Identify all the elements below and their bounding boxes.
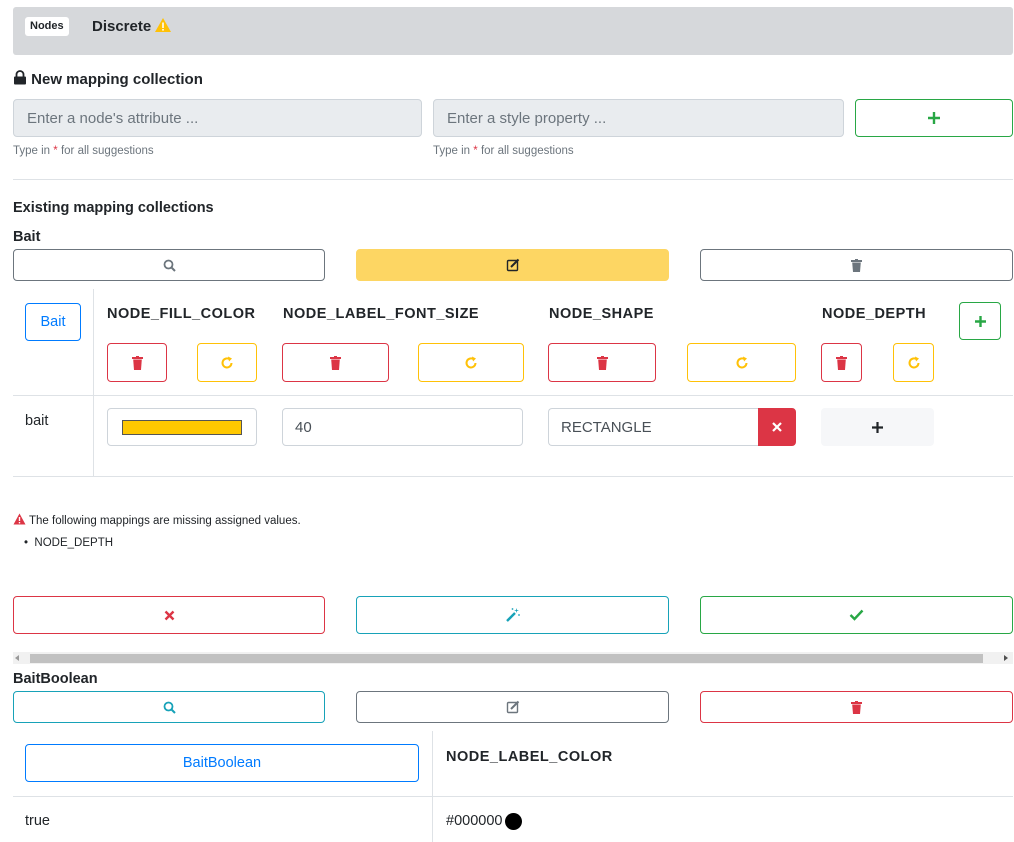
node-shape-value: RECTANGLE [561, 418, 652, 436]
font-size-input[interactable]: 40 [282, 408, 523, 446]
header-title-text: Discrete [92, 18, 152, 35]
column-header-node-shape: NODE_SHAPE [549, 306, 654, 322]
reset-node-depth-button[interactable] [893, 343, 934, 382]
alert-triangle-icon [13, 513, 26, 525]
scroll-left-arrow-icon[interactable] [15, 655, 19, 661]
table-row-divider [13, 796, 1013, 797]
baitboolean-search-button[interactable] [13, 691, 325, 723]
add-column-button[interactable] [959, 302, 1001, 340]
plus-icon [872, 421, 883, 433]
search-icon [163, 259, 176, 272]
scroll-right-arrow-icon[interactable] [1004, 655, 1008, 661]
table-bottom-divider [13, 476, 1013, 477]
baitboolean-attribute-button[interactable]: BaitBoolean [25, 744, 419, 782]
add-node-depth-value-button[interactable] [821, 408, 934, 446]
remove-node-depth-button[interactable] [821, 343, 862, 382]
style-property-input[interactable]: Enter a style property ... [433, 99, 844, 137]
close-icon [164, 610, 174, 620]
trash-icon [851, 700, 862, 714]
trash-icon [851, 258, 862, 272]
baitboolean-delete-button[interactable] [700, 691, 1013, 723]
attribute-placeholder: Enter a node's attribute ... [27, 109, 199, 127]
label-color-hex: #000000 [446, 813, 503, 829]
missing-values-warning-text: The following mappings are missing assig… [29, 515, 301, 527]
node-shape-input[interactable]: RECTANGLE [548, 408, 760, 446]
baitboolean-edit-button[interactable] [356, 691, 669, 723]
plus-icon [974, 315, 986, 327]
style-help-text: Type in * for all suggestions [433, 145, 574, 157]
lock-icon [14, 70, 26, 85]
attribute-help-text: Type in * for all suggestions [13, 145, 154, 157]
column-header-node-label-font-size: NODE_LABEL_FONT_SIZE [283, 306, 480, 322]
redo-icon [908, 356, 919, 368]
font-size-value: 40 [295, 418, 312, 436]
fill-color-picker[interactable] [107, 408, 257, 446]
row-key-true: true [25, 813, 50, 829]
redo-icon [736, 356, 747, 368]
redo-icon [465, 356, 477, 368]
label-color-swatch [505, 812, 523, 830]
clear-node-shape-button[interactable] [758, 408, 796, 446]
missing-value-item-text: NODE_DEPTH [34, 537, 114, 549]
column-header-node-depth: NODE_DEPTH [822, 306, 927, 322]
missing-value-item: • NODE_DEPTH [24, 537, 114, 549]
header-title: Discrete [92, 17, 172, 37]
remove-node-label-font-size-button[interactable] [282, 343, 389, 382]
edit-icon [506, 258, 519, 272]
warning-icon [155, 18, 172, 32]
close-icon [772, 422, 782, 432]
missing-values-warning: The following mappings are missing assig… [13, 513, 301, 528]
edit-icon [506, 700, 519, 714]
magic-wand-icon [505, 608, 520, 622]
attribute-input[interactable]: Enter a node's attribute ... [13, 99, 422, 137]
column-header-node-label-color: NODE_LABEL_COLOR [446, 749, 613, 765]
reset-node-fill-color-button[interactable] [197, 343, 257, 382]
table-row-divider [13, 395, 1013, 396]
existing-mappings-title: Existing mapping collections [13, 200, 214, 216]
remove-node-fill-color-button[interactable] [107, 343, 167, 382]
scrollbar-thumb[interactable] [30, 654, 983, 663]
row-key-bait: bait [25, 413, 49, 429]
trash-icon [836, 355, 847, 370]
bait-edit-button[interactable] [356, 249, 669, 281]
plus-icon [928, 112, 940, 124]
bait-attribute-button[interactable]: Bait [25, 303, 81, 341]
divider [13, 179, 1013, 180]
column-header-node-fill-color: NODE_FILL_COLOR [107, 306, 256, 322]
add-mapping-button[interactable] [855, 99, 1013, 137]
fill-color-swatch [122, 419, 242, 435]
search-icon [163, 701, 176, 714]
trash-icon [131, 355, 143, 370]
reset-node-shape-button[interactable] [687, 343, 796, 382]
new-mapping-title: New mapping collection [13, 70, 203, 90]
table-column-divider [93, 289, 94, 476]
bait-search-button[interactable] [13, 249, 325, 281]
table-column-divider [432, 731, 433, 842]
reset-node-label-font-size-button[interactable] [418, 343, 524, 382]
collection-name-baitboolean: BaitBoolean [13, 671, 98, 687]
remove-node-shape-button[interactable] [548, 343, 656, 382]
auto-fill-button[interactable] [356, 596, 669, 634]
bait-delete-button[interactable] [700, 249, 1013, 281]
trash-icon [596, 355, 608, 370]
nodes-badge: Nodes [25, 17, 69, 36]
style-placeholder: Enter a style property ... [447, 109, 607, 127]
redo-icon [221, 356, 233, 368]
collection-name-bait: Bait [13, 229, 41, 245]
cancel-button[interactable] [13, 596, 325, 634]
trash-icon [330, 355, 341, 370]
new-mapping-title-text: New mapping collection [31, 71, 203, 88]
confirm-button[interactable] [700, 596, 1013, 634]
check-icon [849, 609, 864, 621]
label-color-value[interactable]: #000000 [446, 811, 523, 831]
